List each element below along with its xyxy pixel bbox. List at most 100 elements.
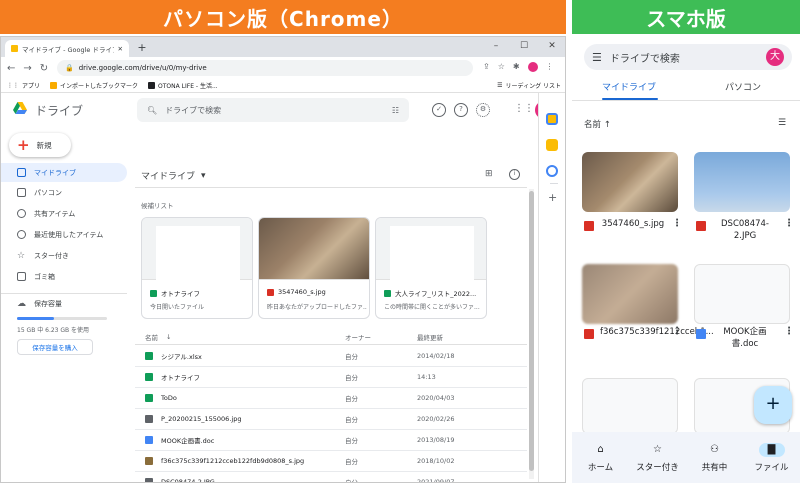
- list-view-icon[interactable]: ☰: [778, 118, 786, 128]
- nav-shared[interactable]: 共有アイテム: [1, 204, 127, 223]
- table-row[interactable]: f36c375c339f1212cceb122fdb9d0808_s.jpg 自分…: [135, 451, 527, 472]
- storage-title: 保存容量: [34, 300, 62, 308]
- minimize-icon[interactable]: –: [487, 39, 505, 53]
- image-file-icon: [267, 288, 274, 296]
- nav-divider: [1, 293, 127, 294]
- extensions-icon[interactable]: ✱: [513, 62, 520, 72]
- smartphone-version-banner: スマホ版: [572, 0, 800, 34]
- owner-cell: 自分: [345, 395, 358, 403]
- more-options-icon[interactable]: ⋮: [784, 218, 794, 229]
- computer-icon: [17, 188, 26, 197]
- table-row[interactable]: シジアル.xlsx 自分 2014/02/18: [135, 346, 527, 367]
- card-subtitle: この時間帯に開くことが多いファ...: [384, 304, 480, 311]
- help-icon[interactable]: ?: [454, 103, 468, 117]
- reload-icon[interactable]: ↻: [40, 63, 48, 74]
- file-type-icon: [145, 415, 153, 423]
- scrollbar-thumb[interactable]: [529, 191, 534, 471]
- phone-file-item[interactable]: MOOK企画書.doc ⋮: [696, 326, 794, 350]
- phone-file-item[interactable]: DSC08474-2.JPG ⋮: [696, 218, 794, 242]
- new-button[interactable]: + 新規: [9, 133, 71, 157]
- table-row[interactable]: DSC08474-2.JPG 自分 2021/09/07: [135, 472, 527, 483]
- cat-photo-thumbnail[interactable]: [582, 152, 678, 212]
- phone-file-item[interactable]: f36c375c339f1212cceb1... ⋮: [584, 326, 714, 339]
- sort-by-name[interactable]: 名前 ↓: [135, 332, 345, 342]
- modified-cell: 2021/09/07: [417, 478, 455, 483]
- search-options-icon[interactable]: ☷: [392, 106, 399, 115]
- new-tab-button[interactable]: +: [135, 41, 149, 55]
- close-tab-icon[interactable]: ✕: [118, 45, 123, 53]
- back-icon[interactable]: ←: [7, 63, 15, 74]
- bookmark-apps[interactable]: ⋮⋮ アプリ: [7, 81, 40, 90]
- grid-view-icon[interactable]: ⊞: [485, 169, 493, 179]
- table-row[interactable]: オトナライフ 自分 14:13: [135, 367, 527, 388]
- info-icon[interactable]: i: [509, 169, 520, 180]
- more-options-icon[interactable]: ⋮: [672, 326, 682, 337]
- forward-icon[interactable]: →: [23, 63, 31, 74]
- browser-tab[interactable]: マイドライブ - Google ドライブ ✕: [5, 40, 129, 57]
- file-type-icon: [145, 436, 153, 444]
- calendar-icon[interactable]: [546, 113, 558, 125]
- document-thumbnail[interactable]: [694, 264, 790, 324]
- my-drive-title-dropdown[interactable]: マイドライブ ▾: [141, 169, 206, 183]
- more-options-icon[interactable]: ⋮: [672, 218, 682, 229]
- phone-sort-button[interactable]: 名前 ↑: [584, 118, 611, 130]
- tower-photo-thumbnail[interactable]: [694, 152, 790, 212]
- bookmark-imported[interactable]: インポートしたブックマーク: [50, 81, 138, 90]
- tasks-icon[interactable]: [546, 165, 558, 177]
- drive-app: ドライブ 🔍︎ ドライブで検索 ☷ ✓ ? ⚙ ⋮⋮ 大 + 新規 マイドライブ…: [1, 93, 565, 483]
- phone-search-placeholder: ドライブで検索: [609, 53, 680, 65]
- more-options-icon[interactable]: ⋮: [784, 326, 794, 337]
- phone-file-item[interactable]: 3547460_s.jpg ⋮: [584, 218, 682, 231]
- settings-gear-icon[interactable]: ⚙: [476, 103, 490, 117]
- hamburger-menu-icon[interactable]: ☰: [592, 51, 602, 64]
- tab-computers[interactable]: パソコン: [686, 78, 800, 100]
- keep-icon[interactable]: [546, 139, 558, 151]
- suggested-card[interactable]: 3547460_s.jpg 昨日あなたがアップロードしたファ...: [258, 217, 370, 319]
- reading-list[interactable]: ☰ リーディング リスト: [497, 81, 561, 90]
- offline-status-icon[interactable]: ✓: [432, 103, 446, 117]
- suggested-card[interactable]: 大人ライフ_リスト_2022... この時間帯に開くことが多いファ...: [375, 217, 487, 319]
- reading-list-icon: ☰: [497, 82, 503, 89]
- add-fab-button[interactable]: +: [754, 386, 792, 424]
- add-addon-icon[interactable]: +: [548, 191, 557, 204]
- sheets-icon: [150, 289, 157, 297]
- nav-files[interactable]: ▇ ファイル: [743, 432, 800, 483]
- arrow-down-icon: ↓: [166, 332, 172, 341]
- nav-home[interactable]: ⌂ ホーム: [572, 432, 629, 483]
- tab-title: マイドライブ - Google ドライブ: [22, 45, 114, 54]
- table-row[interactable]: P_20200215_155006.jpg 自分 2020/02/26: [135, 409, 527, 430]
- owner-column-header[interactable]: オーナー: [345, 332, 417, 342]
- share-icon[interactable]: ⇪: [483, 62, 490, 72]
- nav-shared[interactable]: ⚇ 共有中: [686, 432, 743, 483]
- phone-search-input[interactable]: ☰ ドライブで検索 大: [584, 44, 792, 70]
- drive-search-input[interactable]: 🔍︎ ドライブで検索 ☷: [137, 98, 409, 122]
- buy-storage-button[interactable]: 保存容量を購入: [17, 339, 93, 355]
- folder-icon: [50, 82, 58, 89]
- address-bar[interactable]: 🔒 drive.google.com/drive/u/0/my-drive: [57, 60, 473, 76]
- blurred-photo-thumbnail[interactable]: [582, 264, 678, 324]
- nav-trash[interactable]: ゴミ箱: [1, 267, 127, 286]
- phone-tabs: マイドライブ パソコン: [572, 78, 800, 100]
- spreadsheet-thumbnail[interactable]: [582, 378, 678, 434]
- nav-computers[interactable]: パソコン: [1, 183, 127, 202]
- apps-grid-icon[interactable]: ⋮⋮: [514, 103, 534, 114]
- table-row[interactable]: ToDo 自分 2020/04/03: [135, 388, 527, 409]
- chevron-down-icon: ▾: [201, 170, 206, 181]
- nav-starred[interactable]: ☆ スター付き: [629, 432, 686, 483]
- owner-cell: 自分: [345, 374, 358, 382]
- bookmark-otonalife[interactable]: OTONA LIFE - 生活...: [148, 81, 218, 90]
- maximize-icon[interactable]: ☐: [515, 39, 533, 53]
- modified-column-header[interactable]: 最終更新: [417, 332, 517, 342]
- table-row[interactable]: MOOK企画書.doc 自分 2013/08/19: [135, 430, 527, 451]
- close-window-icon[interactable]: ✕: [543, 39, 561, 53]
- menu-kebab-icon[interactable]: ⋮: [546, 62, 554, 72]
- nav-recent[interactable]: 最近使用したアイテム: [1, 225, 127, 244]
- tab-my-drive[interactable]: マイドライブ: [572, 78, 686, 100]
- suggested-card[interactable]: オトナライフ 今日開いたファイル: [141, 217, 253, 319]
- bookmark-star-icon[interactable]: ☆: [498, 62, 505, 72]
- phone-account-avatar[interactable]: 大: [766, 48, 784, 66]
- nav-my-drive[interactable]: マイドライブ: [1, 163, 127, 182]
- nav-starred[interactable]: ☆ スター付き: [1, 246, 127, 265]
- storage-section[interactable]: ☁ 保存容量: [17, 299, 62, 309]
- profile-icon[interactable]: [527, 62, 538, 72]
